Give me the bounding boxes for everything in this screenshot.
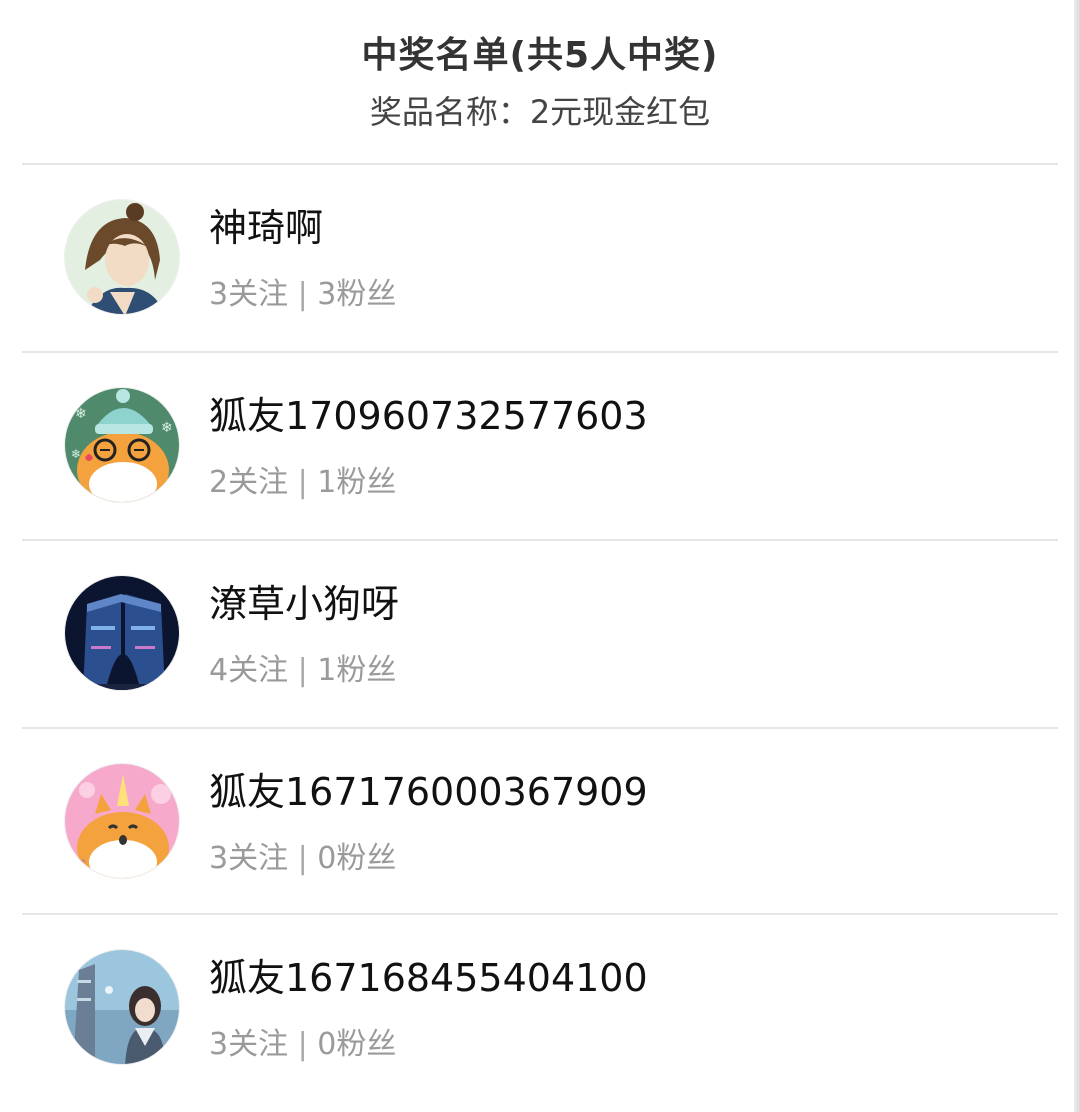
winner-name[interactable]: 狐友167168455404100 xyxy=(209,953,648,1003)
followers-count: 0粉丝 xyxy=(317,841,397,876)
scroll-edge xyxy=(1074,0,1080,1112)
cartoon-fox-unicorn-avatar-icon[interactable]: ♪ xyxy=(64,763,180,879)
anime-girl-scenery-avatar-icon[interactable] xyxy=(64,949,180,1065)
night-building-avatar-icon[interactable] xyxy=(64,575,180,691)
svg-text:❄: ❄ xyxy=(75,406,87,422)
winner-stats: 3关注 | 0粉丝 xyxy=(209,1025,396,1065)
stats-separator: | xyxy=(297,841,308,876)
stats-separator: | xyxy=(297,1027,308,1062)
followers-count: 3粉丝 xyxy=(317,277,397,312)
prize-name: 奖品名称：2元现金红包 xyxy=(369,93,711,131)
winner-name[interactable]: 狐友170960732577603 xyxy=(209,391,648,441)
followers-count: 1粉丝 xyxy=(317,653,397,688)
anime-boy-avatar-icon[interactable] xyxy=(64,199,180,315)
winner-name[interactable]: 神琦啊 xyxy=(209,203,323,253)
winner-stats: 4关注 | 1粉丝 xyxy=(209,651,396,691)
winner-stats: 2关注 | 1粉丝 xyxy=(209,463,396,503)
stats-separator: | xyxy=(297,653,308,688)
following-count: 2关注 xyxy=(209,465,289,500)
following-count: 4关注 xyxy=(209,653,289,688)
page-title: 中奖名单(共5人中奖) xyxy=(361,35,719,76)
list-item[interactable]: ♪ 狐友167176000367909 3关注 | 0粉丝 xyxy=(22,729,1058,915)
list-item[interactable]: ❄ ❄ ❄ 狐友170960732577603 2关注 | 1粉丝 xyxy=(22,353,1058,539)
svg-text:❄: ❄ xyxy=(161,420,173,436)
list-item[interactable]: 狐友167168455404100 3关注 | 0粉丝 xyxy=(22,915,1058,1101)
followers-count: 0粉丝 xyxy=(317,1027,397,1062)
winner-name[interactable]: 狐友167176000367909 xyxy=(209,767,648,817)
followers-count: 1粉丝 xyxy=(317,465,397,500)
cartoon-fox-glasses-avatar-icon[interactable]: ❄ ❄ ❄ xyxy=(64,387,180,503)
following-count: 3关注 xyxy=(209,1027,289,1062)
stats-separator: | xyxy=(297,277,308,312)
header: 中奖名单(共5人中奖) 奖品名称：2元现金红包 xyxy=(0,24,1080,136)
svg-text:♪: ♪ xyxy=(79,857,87,871)
winner-stats: 3关注 | 3粉丝 xyxy=(209,275,396,315)
winners-list-page: 中奖名单(共5人中奖) 奖品名称：2元现金红包 神琦啊 3关注 | 3粉丝 ❄ … xyxy=(0,0,1080,1112)
list-item[interactable]: 潦草小狗呀 4关注 | 1粉丝 xyxy=(22,541,1058,727)
winner-name[interactable]: 潦草小狗呀 xyxy=(209,579,399,629)
following-count: 3关注 xyxy=(209,841,289,876)
winner-stats: 3关注 | 0粉丝 xyxy=(209,839,396,879)
list-item[interactable]: 神琦啊 3关注 | 3粉丝 xyxy=(22,165,1058,351)
following-count: 3关注 xyxy=(209,277,289,312)
stats-separator: | xyxy=(297,465,308,500)
